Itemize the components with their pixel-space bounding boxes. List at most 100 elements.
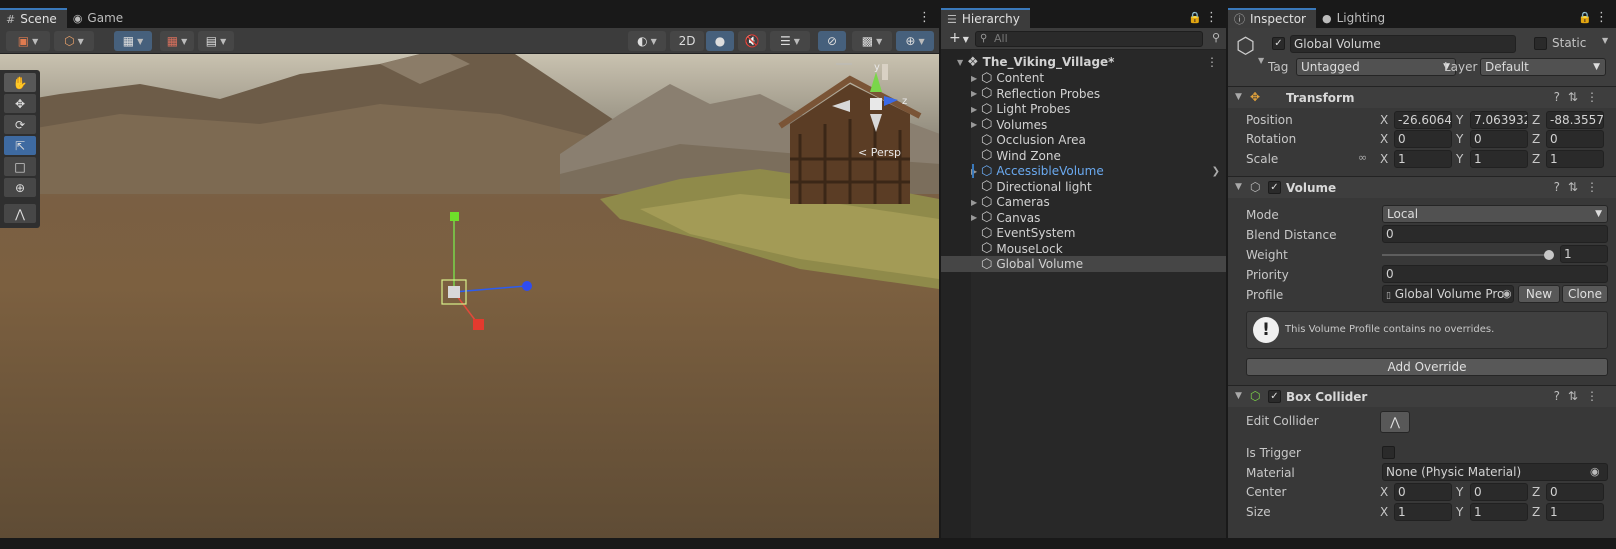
weight-slider-track[interactable] bbox=[1382, 254, 1550, 256]
material-field[interactable]: None (Physic Material) bbox=[1382, 463, 1608, 481]
snap-settings-button[interactable]: ▦ ▼ bbox=[160, 31, 194, 51]
hierarchy-item[interactable]: ⬡ Global Volume bbox=[941, 256, 1226, 272]
camera-settings-button[interactable]: ▩ ▼ bbox=[852, 31, 892, 51]
hierarchy-search-input[interactable]: ⚲ All bbox=[975, 31, 1203, 47]
scale-tool-button[interactable]: ⇱ bbox=[4, 136, 36, 155]
expand-arrow-icon[interactable]: ▶ bbox=[971, 213, 981, 222]
edit-collider-button[interactable]: ⋀ bbox=[1380, 411, 1410, 433]
move-tool-button[interactable]: ✥ bbox=[4, 94, 36, 113]
transform-header[interactable]: ▼ ✥ Transform ?⇅⋮ bbox=[1228, 86, 1616, 108]
box-collider-header[interactable]: ▼ ⬡ ✓ Box Collider ?⇅⋮ bbox=[1228, 385, 1616, 407]
priority-field[interactable]: 0 bbox=[1382, 265, 1608, 283]
static-checkbox[interactable] bbox=[1534, 37, 1547, 50]
hierarchy-item[interactable]: ⬡ Directional light bbox=[941, 179, 1226, 195]
hierarchy-item[interactable]: ▶ ⬡ Content bbox=[941, 70, 1226, 86]
center-x-field[interactable]: 0 bbox=[1394, 483, 1452, 501]
inspector-menu-icon[interactable]: ⋮ bbox=[1595, 10, 1608, 25]
weight-slider-handle[interactable] bbox=[1544, 250, 1554, 260]
persp-label[interactable]: < Persp bbox=[858, 146, 901, 159]
hierarchy-item[interactable]: ⬡ EventSystem bbox=[941, 225, 1226, 241]
draw-mode-button[interactable]: ▣ ▼ bbox=[6, 31, 50, 51]
hierarchy-item[interactable]: ▶ ⬡ AccessibleVolume ❯ bbox=[941, 163, 1226, 179]
expand-arrow-icon[interactable]: ▶ bbox=[971, 198, 981, 207]
weight-field[interactable]: 1 bbox=[1560, 245, 1608, 263]
scale-z-field[interactable]: 1 bbox=[1546, 150, 1604, 168]
hierarchy-item[interactable]: ⬡ Wind Zone bbox=[941, 148, 1226, 164]
orientation-gizmo[interactable]: y z bbox=[830, 62, 930, 152]
audio-toggle-button[interactable]: 🔇 bbox=[738, 31, 766, 51]
icon-dropdown-caret[interactable]: ▼ bbox=[1258, 56, 1264, 65]
expand-arrow-icon[interactable]: ▶ bbox=[971, 89, 981, 98]
hierarchy-root-scene[interactable]: ▼ ❖ The_Viking_Village* ⋮ bbox=[941, 54, 1226, 70]
rotation-x-field[interactable]: 0 bbox=[1394, 130, 1452, 148]
hierarchy-item[interactable]: ▶ ⬡ Reflection Probes bbox=[941, 86, 1226, 102]
grid-snap-button[interactable]: ▦ ▼ bbox=[114, 31, 152, 51]
inspector-lock-icon[interactable]: 🔒 bbox=[1578, 11, 1592, 24]
size-x-field[interactable]: 1 bbox=[1394, 503, 1452, 521]
rotation-y-field[interactable]: 0 bbox=[1470, 130, 1528, 148]
visibility-toggle-button[interactable]: ⊘ bbox=[818, 31, 846, 51]
tab-game[interactable]: ◉ Game bbox=[67, 8, 133, 28]
blend-distance-field[interactable]: 0 bbox=[1382, 225, 1608, 243]
clone-profile-button[interactable]: Clone bbox=[1562, 285, 1608, 303]
collapse-arrow-icon[interactable]: ▼ bbox=[957, 58, 967, 67]
position-x-field[interactable]: -26.6064 bbox=[1394, 111, 1452, 129]
prefab-chevron-icon[interactable]: ❯ bbox=[1212, 166, 1220, 177]
scene-viewport[interactable]: y z < Persp ✋ ✥ ⟳ ⇱ □ ⊕ ⋀ bbox=[0, 54, 939, 538]
gizmos-button[interactable]: ⊕ ▼ bbox=[896, 31, 934, 51]
component-actions-icons[interactable]: ?⇅⋮ bbox=[1554, 389, 1606, 403]
expand-arrow-icon[interactable]: ▶ bbox=[971, 105, 981, 114]
hierarchy-item[interactable]: ▶ ⬡ Volumes bbox=[941, 117, 1226, 133]
gameobject-icon[interactable]: ⬡ bbox=[1236, 34, 1255, 59]
scale-x-field[interactable]: 1 bbox=[1394, 150, 1452, 168]
profile-object-field[interactable]: ▯ Global Volume Pro bbox=[1382, 285, 1514, 303]
shading-mode-button[interactable]: ◐ ▼ bbox=[628, 31, 666, 51]
rect-tool-button[interactable]: □ bbox=[4, 157, 36, 176]
static-dropdown-caret[interactable]: ▼ bbox=[1602, 36, 1608, 45]
hand-tool-button[interactable]: ✋ bbox=[4, 73, 36, 92]
lighting-toggle-button[interactable]: ● bbox=[706, 31, 734, 51]
expand-arrow-icon[interactable]: ▶ bbox=[971, 74, 981, 83]
component-actions-icons[interactable]: ?⇅⋮ bbox=[1554, 180, 1606, 194]
effects-toggle-button[interactable]: ☰ ▼ bbox=[770, 31, 810, 51]
position-z-field[interactable]: -88.3557 bbox=[1546, 111, 1604, 129]
new-profile-button[interactable]: New bbox=[1518, 285, 1560, 303]
add-override-button[interactable]: Add Override bbox=[1246, 358, 1608, 376]
layer-dropdown[interactable]: Default ▼ bbox=[1480, 58, 1606, 76]
hierarchy-item[interactable]: ▶ ⬡ Light Probes bbox=[941, 101, 1226, 117]
box-collider-enabled-checkbox[interactable]: ✓ bbox=[1268, 390, 1281, 403]
scene-menu-icon[interactable]: ⋮ bbox=[918, 10, 931, 25]
scale-y-field[interactable]: 1 bbox=[1470, 150, 1528, 168]
tab-inspector[interactable]: ⓘ Inspector bbox=[1228, 8, 1316, 28]
expand-arrow-icon[interactable]: ▶ bbox=[971, 120, 981, 129]
object-picker-icon[interactable]: ◉ bbox=[1502, 287, 1512, 300]
volume-header[interactable]: ▼ ⬡ ✓ Volume ?⇅⋮ bbox=[1228, 176, 1616, 198]
increment-snap-button[interactable]: ▤ ▼ bbox=[198, 31, 234, 51]
hierarchy-menu-icon[interactable]: ⋮ bbox=[1205, 10, 1218, 25]
hierarchy-item[interactable]: ▶ ⬡ Cameras bbox=[941, 194, 1226, 210]
component-actions-icons[interactable]: ?⇅⋮ bbox=[1554, 90, 1606, 104]
constrain-proportions-icon[interactable]: ∞ bbox=[1358, 151, 1367, 164]
move-gizmo[interactable] bbox=[440, 204, 550, 344]
material-picker-icon[interactable]: ◉ bbox=[1590, 465, 1600, 478]
search-filter-icon[interactable]: ⚲ bbox=[1212, 31, 1220, 44]
tab-hierarchy[interactable]: ☰ Hierarchy bbox=[941, 8, 1030, 28]
lock-icon[interactable]: 🔒 bbox=[1188, 11, 1202, 24]
position-y-field[interactable]: 7.063932 bbox=[1470, 111, 1528, 129]
object-name-field[interactable]: Global Volume bbox=[1290, 35, 1516, 53]
is-trigger-checkbox[interactable] bbox=[1382, 446, 1395, 459]
tab-lighting[interactable]: ● Lighting bbox=[1316, 8, 1395, 28]
tag-dropdown[interactable]: Untagged ▼ bbox=[1296, 58, 1456, 76]
custom-tool-button[interactable]: ⋀ bbox=[4, 204, 36, 223]
hierarchy-item[interactable]: ▶ ⬡ Canvas bbox=[941, 210, 1226, 226]
hierarchy-item[interactable]: ⬡ Occlusion Area bbox=[941, 132, 1226, 148]
center-z-field[interactable]: 0 bbox=[1546, 483, 1604, 501]
scene-menu-kebab-icon[interactable]: ⋮ bbox=[1206, 55, 1218, 69]
size-z-field[interactable]: 1 bbox=[1546, 503, 1604, 521]
rotation-z-field[interactable]: 0 bbox=[1546, 130, 1604, 148]
rotate-tool-button[interactable]: ⟳ bbox=[4, 115, 36, 134]
volume-enabled-checkbox[interactable]: ✓ bbox=[1268, 181, 1281, 194]
scene-view-cube-button[interactable]: ⬡ ▼ bbox=[54, 31, 94, 51]
hierarchy-item[interactable]: ⬡ MouseLock bbox=[941, 241, 1226, 257]
mode-dropdown[interactable]: Local ▼ bbox=[1382, 205, 1608, 223]
